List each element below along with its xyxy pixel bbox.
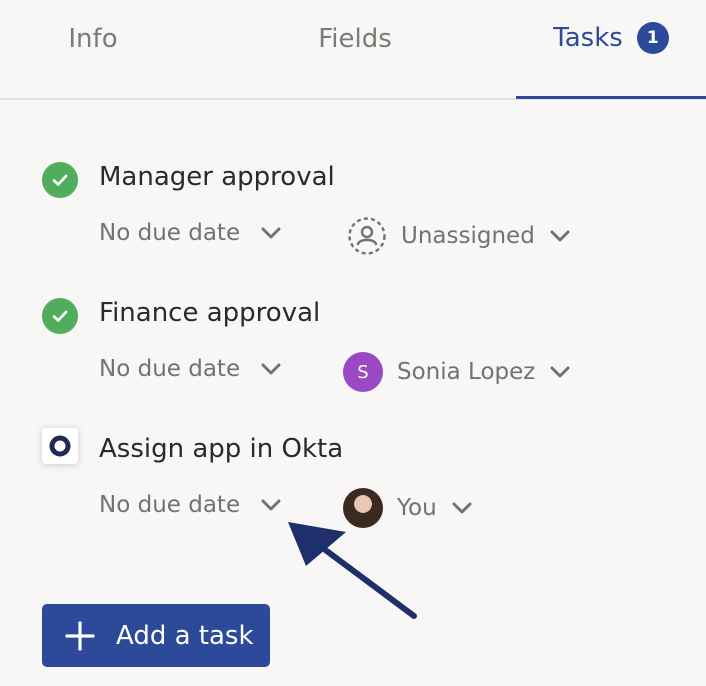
tasks-count-badge: 1 <box>636 22 669 54</box>
chevron-down-icon <box>550 366 570 378</box>
tab-bar: Info Fields Tasks 1 <box>0 0 706 100</box>
tasks-panel: Info Fields Tasks 1 Manager approval No … <box>0 0 706 686</box>
check-icon[interactable] <box>42 162 78 198</box>
due-date-label: No due date <box>99 492 241 518</box>
tab-tasks[interactable]: Tasks 1 <box>516 0 706 99</box>
add-task-button[interactable]: Add a task <box>42 604 270 667</box>
task-title[interactable]: Assign app in Okta <box>99 434 343 464</box>
unassigned-user-icon <box>347 216 387 256</box>
assignee-selector[interactable]: S Sonia Lopez <box>343 352 571 392</box>
tab-info[interactable]: Info <box>20 0 166 88</box>
tab-fields[interactable]: Fields <box>282 0 428 88</box>
tab-tasks-label: Tasks <box>553 23 623 53</box>
due-date-selector[interactable]: No due date <box>99 356 282 382</box>
tab-fields-label: Fields <box>318 24 392 54</box>
task-title[interactable]: Manager approval <box>99 162 335 192</box>
chevron-down-icon <box>261 227 281 239</box>
assignee-selector[interactable]: You <box>343 488 473 528</box>
avatar: S <box>343 352 383 392</box>
chevron-down-icon <box>261 499 281 511</box>
check-icon[interactable] <box>42 298 78 334</box>
chevron-down-icon <box>261 363 281 375</box>
due-date-label: No due date <box>99 356 241 382</box>
due-date-selector[interactable]: No due date <box>99 220 282 246</box>
due-date-label: No due date <box>99 220 241 246</box>
assignee-name: Unassigned <box>401 223 535 249</box>
annotation-arrow-icon <box>288 522 417 619</box>
avatar <box>343 488 383 528</box>
chevron-down-icon <box>452 502 472 514</box>
assignee-name: You <box>397 495 437 521</box>
assignee-name: Sonia Lopez <box>397 359 536 385</box>
chevron-down-icon <box>550 230 570 242</box>
tab-info-label: Info <box>68 24 118 54</box>
add-task-label: Add a task <box>116 620 254 651</box>
plus-icon <box>65 620 95 651</box>
task-title[interactable]: Finance approval <box>99 298 320 328</box>
okta-icon <box>42 428 78 464</box>
due-date-selector[interactable]: No due date <box>99 492 282 518</box>
assignee-selector[interactable]: Unassigned <box>347 216 571 256</box>
